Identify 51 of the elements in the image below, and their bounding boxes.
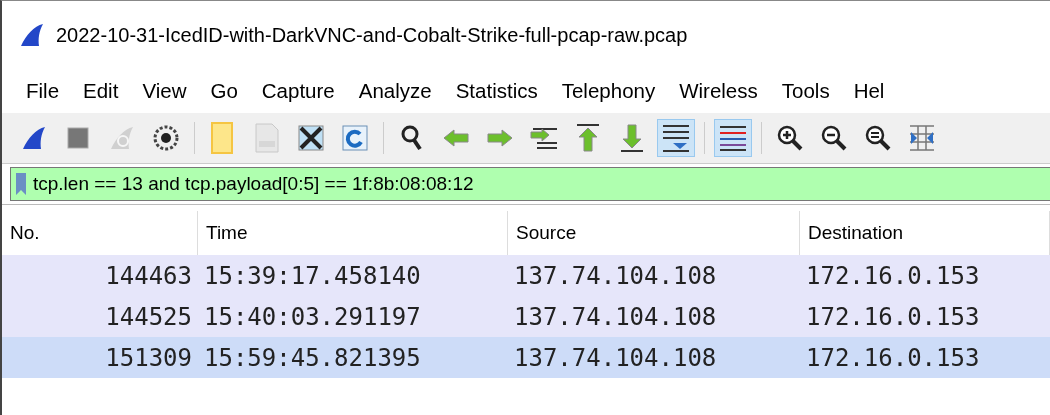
table-cell-text: 172.16.0.153 xyxy=(805,343,981,372)
table-cell-text: 172.16.0.153 xyxy=(805,302,981,331)
right-arrow-icon xyxy=(486,128,514,148)
bookmark-icon xyxy=(15,172,27,196)
menu-item[interactable]: Edit xyxy=(71,79,131,103)
shark-fin-icon xyxy=(20,124,48,152)
gear-icon xyxy=(152,124,180,152)
menu-item[interactable]: Tools xyxy=(769,79,842,103)
zoom-out-icon xyxy=(820,124,848,152)
menu-item[interactable]: Wireless xyxy=(667,79,770,103)
table-cell-text: 137.74.104.108 xyxy=(513,302,718,331)
menu-item[interactable]: Telephony xyxy=(549,79,668,103)
down-arrow-icon xyxy=(619,123,645,153)
menu-item[interactable]: Analyze xyxy=(346,79,444,103)
window-title: 2022-10-31-IcedID-with-DarkVNC-and-Cobalt-Strike-full-pcap-raw.pcap xyxy=(56,23,688,47)
file-icon xyxy=(254,123,280,153)
table-cell-text: 144525 xyxy=(104,302,193,331)
table-cell-text: 137.74.104.108 xyxy=(513,261,718,290)
menu-item[interactable]: File xyxy=(14,79,72,103)
table-cell-text: 144463 xyxy=(104,261,193,290)
menu-item[interactable]: Hel xyxy=(841,79,897,103)
toolbar-button[interactable] xyxy=(657,119,695,157)
up-arrow-icon xyxy=(575,123,601,153)
resize-columns-icon xyxy=(908,124,936,152)
table-cell-text: 15:40:03.291197 xyxy=(203,302,422,331)
table-cell-text: 172.16.0.153 xyxy=(805,261,981,290)
table-cell-text: 15:59:45.821395 xyxy=(203,343,422,372)
packet-row[interactable]: 144525 15:40:03.291197 137.74.104.108 172.16.0.153 xyxy=(2,296,1050,337)
packet-row[interactable]: 151309 15:59:45.821395 137.74.104.108 172.16.0.153 xyxy=(2,337,1050,378)
packet-row[interactable]: 144463 15:39:17.458140 137.74.104.108 172.16.0.153 xyxy=(2,255,1050,296)
menu-item[interactable]: Go xyxy=(198,79,250,103)
shark-fin-icon xyxy=(18,21,46,49)
colored-lines-icon xyxy=(718,124,748,152)
zoom-in-icon xyxy=(776,124,804,152)
table-cell-text: 15:39:17.458140 xyxy=(203,261,422,290)
display-filter-field[interactable]: tcp.len == 13 and tcp.payload[0:5] == 1f:8b:08:08:12 xyxy=(10,167,1050,201)
menu-item[interactable]: Statistics xyxy=(443,79,550,103)
table-cell-text: 151309 xyxy=(104,343,193,372)
reload-icon xyxy=(341,124,369,152)
menu-item[interactable]: View xyxy=(130,79,199,103)
toolbar-button[interactable] xyxy=(714,119,752,157)
auto-scroll-icon xyxy=(661,123,691,153)
zoom-reset-icon xyxy=(864,124,892,152)
left-arrow-icon xyxy=(442,128,470,148)
stop-icon xyxy=(66,126,90,150)
menu-item[interactable]: Capture xyxy=(249,79,347,103)
folder-icon xyxy=(210,122,236,154)
restart-icon xyxy=(108,124,136,152)
table-cell-text: 137.74.104.108 xyxy=(513,343,718,372)
close-file-icon xyxy=(297,124,325,152)
search-icon xyxy=(400,124,424,152)
